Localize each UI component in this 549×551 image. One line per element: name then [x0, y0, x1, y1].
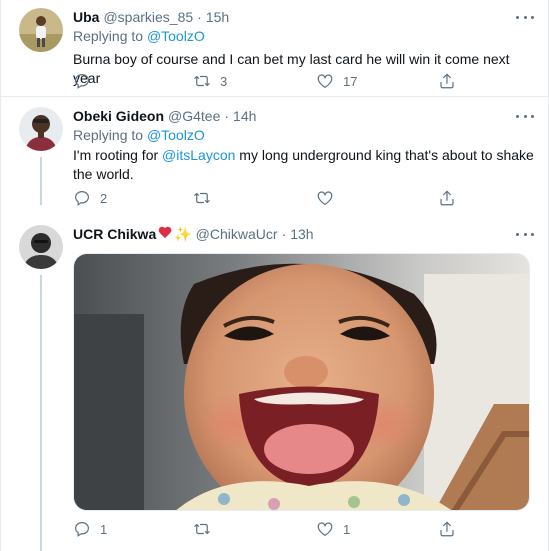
reply-count: 1 [100, 521, 108, 537]
avatar[interactable] [19, 8, 63, 52]
author-handle[interactable]: @G4tee [168, 107, 220, 126]
like-button[interactable] [316, 189, 343, 207]
retweet-icon [194, 75, 210, 87]
sparkles-emoji-icon: ✨ [174, 226, 192, 242]
author-handle[interactable]: @sparkies_85 [103, 8, 193, 27]
reply-icon [75, 74, 89, 89]
share-button[interactable] [438, 189, 456, 207]
replying-to: Replying to @ToolzO [73, 126, 534, 145]
avatar[interactable] [19, 107, 63, 151]
separator-dot: · [224, 108, 230, 124]
separator-dot: · [281, 226, 287, 242]
tweet-actions: 2 [73, 189, 456, 209]
avatar[interactable] [19, 225, 63, 269]
like-count: 17 [343, 73, 358, 89]
tweet-text: I'm rooting for @itsLaycon my long under… [73, 146, 534, 184]
thread-line [40, 157, 42, 205]
reply-count: 2 [100, 190, 108, 206]
retweet-icon [194, 192, 210, 204]
separator-dot: · [197, 9, 202, 25]
replying-to: Replying to @ToolzO [73, 27, 534, 46]
heart-outline-icon [317, 74, 333, 88]
tweet-text-part: I'm rooting for [73, 147, 163, 163]
like-count: 1 [343, 521, 351, 537]
red-heart-emoji-icon [158, 227, 172, 239]
author-name[interactable]: Obeki Gideon [73, 107, 164, 126]
reply-icon [75, 522, 89, 537]
author-name[interactable]: UCR Chikwa [73, 225, 156, 244]
retweet-button[interactable] [193, 189, 220, 207]
reply-button[interactable] [73, 72, 100, 90]
thread-line [40, 275, 42, 551]
timestamp[interactable]: 15h [206, 8, 229, 27]
share-icon [440, 521, 454, 537]
tweet[interactable]: Uba @sparkies_85 · 15h Replying to @Tool… [1, 0, 548, 95]
heart-outline-icon [317, 522, 333, 536]
more-icon[interactable] [516, 10, 534, 24]
reply-button[interactable]: 1 [73, 520, 107, 538]
tweet-actions: 1 1 [73, 520, 456, 540]
reply-button[interactable]: 2 [73, 189, 107, 207]
tweet-media-photo[interactable] [73, 253, 530, 511]
retweet-count: 3 [220, 73, 228, 89]
share-button[interactable] [438, 520, 456, 538]
mention-link[interactable]: @ToolzO [147, 28, 205, 44]
share-icon [440, 190, 454, 206]
timestamp[interactable]: 13h [290, 225, 313, 244]
mention-link[interactable]: @ToolzO [147, 127, 205, 143]
author-name[interactable]: Uba [73, 8, 99, 27]
heart-outline-icon [317, 191, 333, 205]
reply-icon [75, 191, 89, 206]
mention-link[interactable]: @itsLaycon [162, 147, 235, 163]
share-button[interactable] [438, 72, 456, 90]
like-button[interactable]: 1 [316, 520, 350, 538]
author-handle[interactable]: @ChikwaUcr [196, 225, 278, 244]
retweet-button[interactable] [193, 520, 220, 538]
retweet-button[interactable]: 3 [193, 72, 227, 90]
tweet-feed: Uba @sparkies_85 · 15h Replying to @Tool… [0, 0, 549, 551]
replying-prefix: Replying to [73, 28, 144, 44]
tweet[interactable]: Obeki Gideon @G4tee · 14h Replying to @T… [1, 97, 548, 212]
laughing-baby-image [74, 254, 529, 510]
more-icon[interactable] [516, 109, 534, 123]
replying-prefix: Replying to [73, 127, 144, 143]
tweet-actions: 3 17 [73, 72, 456, 92]
like-button[interactable]: 17 [316, 72, 357, 90]
share-icon [440, 73, 454, 89]
timestamp[interactable]: 14h [233, 107, 256, 126]
more-icon[interactable] [516, 227, 534, 241]
retweet-icon [194, 523, 210, 535]
